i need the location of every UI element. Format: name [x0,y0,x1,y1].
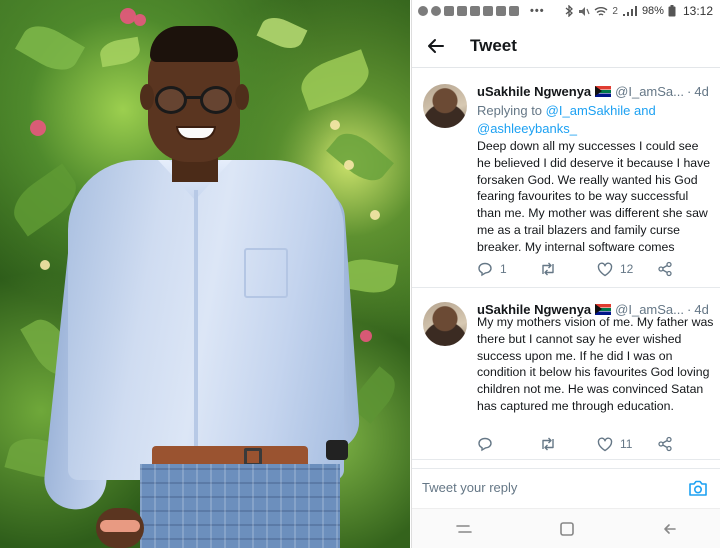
retweet-icon [542,262,554,276]
reply-icon [478,262,492,277]
like-button[interactable]: 11 [597,436,657,452]
page-title: Tweet [470,35,517,55]
back-arrow-icon[interactable] [426,36,446,56]
notification-icons: ••• [418,5,545,17]
mail-icon [496,6,506,16]
separator: · [687,84,692,99]
avatar[interactable] [423,84,467,128]
sync-icon [418,6,428,16]
system-nav-bar [412,508,720,548]
reply-icon [478,437,492,452]
replying-to: Replying to @I_amSakhile and @ashleeyban… [477,102,711,138]
twitter-icon [444,6,454,16]
tweet-text: My my mothers vision of me. My father wa… [477,315,714,413]
sim-indicator: 2 [612,5,618,17]
tweet[interactable]: uSakhile Ngwenya @I_amSa... · 4d Replyin… [412,76,720,288]
mail-icon [470,6,480,16]
tweet[interactable]: uSakhile Ngwenya @I_amSa... · 4d My my m… [412,294,720,460]
share-button[interactable] [657,436,673,452]
reply-button[interactable]: 1 [477,261,539,277]
recent-apps-icon [455,524,472,533]
author-name[interactable]: uSakhile Ngwenya [477,84,591,99]
heart-icon [597,436,613,451]
reply-button[interactable] [477,436,539,452]
tweet-actions: 1 12 [477,261,697,277]
man-in-blue-shirt [0,0,410,548]
author-handle[interactable]: @I_amSa... [615,84,684,99]
share-button[interactable] [657,261,673,277]
image-icon [509,6,519,16]
south-africa-flag-icon [595,86,612,97]
retweet-button[interactable] [539,261,597,277]
twitter-screen: ••• 2 98% 13:12 Tweet uSakhile Ngwenya @… [411,0,720,548]
retweet-icon [542,437,554,451]
like-count: 11 [620,437,633,451]
tweet-time: 4d [694,84,709,99]
app-bar: Tweet [412,24,720,68]
share-icon [658,261,672,277]
check-icon [457,6,467,16]
profile-photo [0,0,410,548]
system-back-icon [663,523,676,534]
home-button[interactable] [547,515,587,543]
system-back-button[interactable] [650,515,690,543]
tweet-text: Deep down all my successes I could see h… [477,139,711,254]
home-icon [559,521,574,536]
like-button[interactable]: 12 [597,261,657,277]
share-icon [658,436,672,452]
recent-apps-button[interactable] [444,515,484,543]
battery-icon [668,5,676,17]
retweet-button[interactable] [539,436,597,452]
tweet-header: uSakhile Ngwenya @I_amSa... · 4d [477,84,711,99]
bluetooth-icon [565,5,574,17]
mute-icon [579,6,590,16]
gmail-icon [483,6,493,16]
wifi-icon [594,6,608,16]
tweet-actions: 11 [477,436,697,452]
facebook-icon [431,6,441,16]
clock: 13:12 [682,4,713,18]
status-bar: ••• 2 98% 13:12 [412,0,720,22]
battery-percentage: 98% [641,5,664,17]
signal-icon [622,5,637,16]
avatar[interactable] [423,302,467,346]
reply-input[interactable] [422,473,687,502]
more-notifications-icon: ••• [530,5,545,17]
reply-composer [412,468,720,506]
like-count: 12 [620,262,634,276]
replying-to-label: Replying to [477,103,543,118]
heart-icon [597,261,613,276]
camera-icon[interactable] [687,477,709,499]
reply-count: 1 [500,262,507,276]
